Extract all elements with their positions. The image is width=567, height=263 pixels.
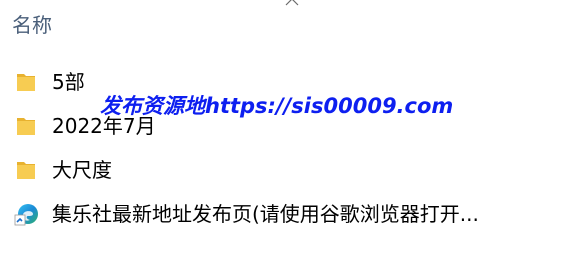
- list-item-html-file[interactable]: 集乐社最新地址发布页(请使用谷歌浏览器打开...: [0, 194, 567, 234]
- file-name: 5部: [52, 70, 85, 94]
- folder-icon: [17, 74, 35, 91]
- file-explorer-view: 名称 5部 2022年7月 大尺度 集乐社最新地址发布页(请使用谷歌浏览器打开.…: [0, 0, 567, 263]
- list-item-folder-dachidu[interactable]: 大尺度: [0, 150, 567, 190]
- sort-chevron-up-icon[interactable]: [285, 0, 299, 6]
- file-name: 集乐社最新地址发布页(请使用谷歌浏览器打开...: [52, 202, 479, 226]
- file-name: 大尺度: [52, 158, 112, 182]
- folder-icon: [17, 162, 35, 179]
- folder-icon: [17, 118, 35, 135]
- edge-html-file-icon: [14, 204, 38, 226]
- watermark-text: 发布资源地https://sis00009.com: [100, 94, 454, 118]
- name-column-header[interactable]: 名称: [12, 10, 52, 40]
